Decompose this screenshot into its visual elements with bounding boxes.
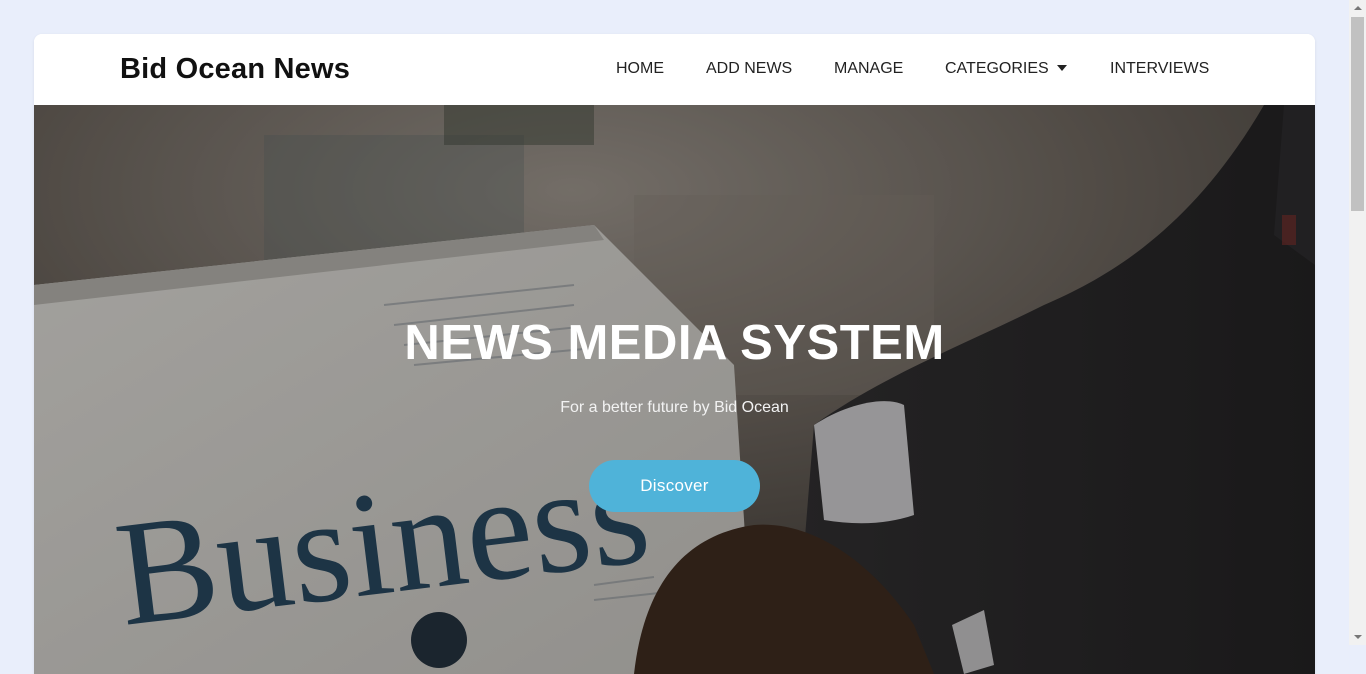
scroll-down-arrow-icon[interactable] <box>1349 628 1366 645</box>
caret-down-icon <box>1056 65 1067 71</box>
nav-manage[interactable]: MANAGE <box>834 59 903 78</box>
discover-button[interactable]: Discover <box>589 460 760 512</box>
scrollbar-thumb[interactable] <box>1351 17 1364 211</box>
top-navbar: Bid Ocean News HOME ADD NEWS MANAGE CATE… <box>34 34 1315 105</box>
hero-dark-overlay <box>34 105 1315 674</box>
page-scrollbar[interactable] <box>1349 0 1366 645</box>
nav-home[interactable]: HOME <box>616 59 664 78</box>
hero-subtitle: For a better future by Bid Ocean <box>560 399 789 416</box>
main-nav: HOME ADD NEWS MANAGE CATEGORIES INTERVIE… <box>34 59 1315 83</box>
page-card: Bid Ocean News HOME ADD NEWS MANAGE CATE… <box>34 34 1315 674</box>
hero-banner: Business NEWS MEDIA SYSTEM For a better … <box>34 105 1315 674</box>
nav-categories[interactable]: CATEGORIES <box>945 59 1067 78</box>
nav-categories-label: CATEGORIES <box>945 60 1049 77</box>
scroll-up-arrow-icon[interactable] <box>1349 0 1366 17</box>
nav-add-news[interactable]: ADD NEWS <box>706 59 792 78</box>
nav-interviews[interactable]: INTERVIEWS <box>1110 59 1209 78</box>
hero-title: NEWS MEDIA SYSTEM <box>404 316 945 370</box>
